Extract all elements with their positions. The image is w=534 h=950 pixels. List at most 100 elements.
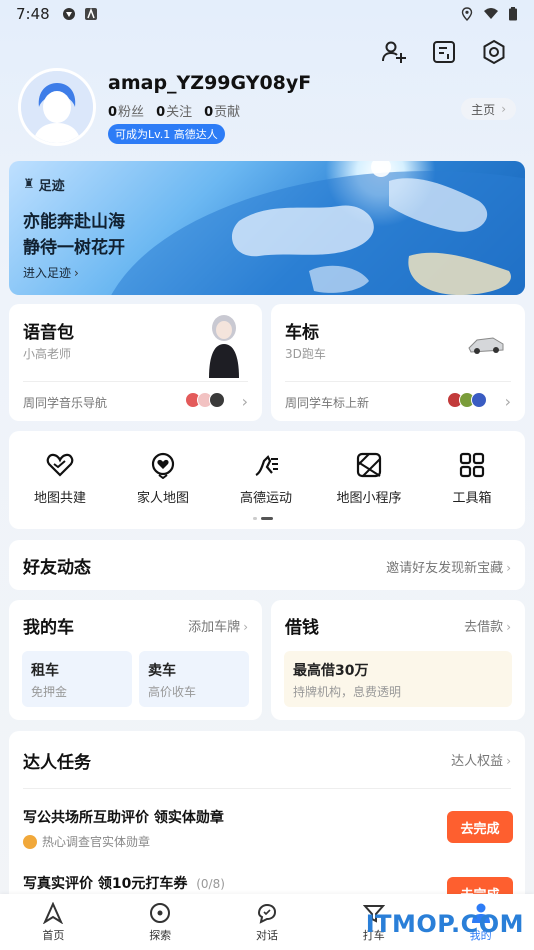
explore-icon [150, 902, 171, 923]
car-icon-card[interactable]: 车标 3D跑车 周同学车标上新 › [271, 304, 525, 421]
enter-footprint-link[interactable]: 进入足迹 › [23, 264, 79, 281]
card-divider [285, 381, 511, 382]
sell-car-tile[interactable]: 卖车 高价收车 [139, 651, 249, 707]
profile-header: amap_YZ99GY08yF 0粉丝 0关注 0贡献 可成为Lv.1 高德达人… [18, 68, 516, 148]
mini-program-icon [356, 452, 382, 478]
avatar[interactable] [18, 68, 96, 146]
friends-activity-card[interactable]: 好友动态 邀请好友发现新宝藏 › [9, 540, 525, 590]
footprint-icon: ♜ [23, 177, 35, 192]
my-car-title: 我的车 [23, 618, 74, 638]
status-time: 7:48 [16, 5, 50, 23]
sell-car-title: 卖车 [148, 663, 176, 679]
person-add-icon [382, 41, 406, 63]
card-divider [23, 788, 511, 789]
tool-map-contribution[interactable]: 地图共建 [10, 451, 110, 506]
sell-car-subtitle: 高价收车 [148, 685, 197, 699]
chevron-right-icon: › [506, 620, 511, 634]
navigate-arrow-icon [43, 901, 64, 924]
voice-pack-title: 语音包 [23, 323, 74, 343]
voice-pack-card[interactable]: 语音包 小高老师 周同学音乐导航 › [9, 304, 262, 421]
tool-label: 地图小程序 [336, 491, 402, 506]
footprint-tag: ♜ 足迹 [23, 177, 65, 194]
tab-home[interactable]: 首页 [0, 894, 107, 950]
rent-car-title: 租车 [31, 663, 59, 679]
mini-avatar [209, 392, 225, 408]
username: amap_YZ99GY08yF [108, 72, 312, 94]
invite-friends-link[interactable]: 邀请好友发现新宝藏 › [386, 557, 511, 576]
task-progress: (0/8) [196, 877, 225, 891]
banner-line-1: 亦能奔赴山海 [23, 212, 125, 232]
chevron-right-icon: › [506, 754, 511, 768]
follow-stat[interactable]: 0关注 [156, 101, 192, 120]
tool-toolbox[interactable]: 工具箱 [422, 451, 522, 506]
default-avatar-icon [21, 71, 93, 143]
location-icon [461, 7, 473, 21]
chevron-right-icon: › [506, 561, 511, 575]
expert-benefits-link[interactable]: 达人权益 › [451, 750, 511, 769]
note-icon [433, 41, 455, 63]
task-item: 写公共场所互助评价 领实体勋章 热心调查官实体勋章 去完成 [23, 807, 513, 850]
task-item: 写真实评价 领10元打车券 (0/8) 去完成 [23, 873, 513, 909]
loan-card: 借钱 去借款 › 最高借30万 持牌机构，息费透明 [271, 600, 525, 720]
my-car-card: 我的车 添加车牌 › 租车 免押金 卖车 高价收车 [9, 600, 262, 720]
profile-stats: 0粉丝 0关注 0贡献 [108, 101, 240, 120]
add-plate-link[interactable]: 添加车牌 › [188, 616, 248, 635]
complete-task-button[interactable]: 去完成 [447, 811, 513, 843]
tasks-card: 达人任务 达人权益 › 写公共场所互助评价 领实体勋章 热心调查官实体勋章 去完成… [9, 731, 525, 911]
friends-title: 好友动态 [23, 558, 91, 578]
car-icon-footer: 周同学车标上新 [285, 396, 370, 410]
tool-label: 高德运动 [239, 491, 292, 506]
fans-stat[interactable]: 0粉丝 [108, 101, 144, 120]
top-actions [380, 38, 508, 66]
page-indicator [253, 517, 273, 520]
rent-car-subtitle: 免押金 [31, 685, 68, 699]
tab-explore[interactable]: 探索 [107, 894, 214, 950]
loan-offer-tile[interactable]: 最高借30万 持牌机构，息费透明 [284, 651, 512, 707]
voice-pack-avatars [185, 392, 225, 408]
task-title: 写真实评价 领10元打车券 [23, 876, 188, 892]
tool-mini-programs[interactable]: 地图小程序 [319, 451, 419, 506]
voice-pack-footer: 周同学音乐导航 [23, 396, 108, 410]
task-title-row: 写真实评价 领10元打车券 (0/8) [23, 873, 513, 893]
rent-car-tile[interactable]: 租车 免押金 [22, 651, 132, 707]
level-badge[interactable]: 可成为Lv.1 高德达人 [108, 124, 225, 144]
mini-avatar [471, 392, 487, 408]
tab-chat[interactable]: 对话 [214, 894, 321, 950]
car-icon-title: 车标 [285, 323, 319, 343]
chevron-right-icon: › [74, 266, 79, 280]
running-icon [255, 455, 278, 476]
task-title: 写公共场所互助评价 领实体勋章 [23, 810, 224, 826]
tab-label: 对话 [255, 928, 278, 942]
grid-icon [459, 452, 485, 478]
chevron-right-icon: › [504, 392, 511, 411]
wifi-icon [484, 8, 498, 19]
task-subtitle: 热心调查官实体勋章 [42, 835, 151, 849]
family-heart-icon [151, 452, 175, 479]
app-notification-icon [84, 7, 97, 20]
sports-car-image [468, 337, 504, 354]
notes-button[interactable] [430, 38, 458, 66]
voice-pack-subtitle: 小高老师 [23, 347, 72, 361]
heart-map-icon [46, 453, 74, 477]
tab-label: 首页 [42, 928, 65, 942]
banner-line-2: 静待一树花开 [23, 238, 125, 258]
car-icon-subtitle: 3D跑车 [285, 347, 326, 361]
loan-offer-title: 最高借30万 [293, 663, 369, 679]
tool-label: 地图共建 [33, 491, 86, 506]
medal-icon [23, 834, 37, 849]
car-icon-avatars [447, 392, 487, 408]
add-friend-button[interactable] [380, 38, 408, 66]
tool-sports[interactable]: 高德运动 [216, 451, 316, 506]
home-page-button[interactable]: 主页 › [461, 98, 516, 120]
status-bar: 7:48 [0, 0, 534, 28]
tool-family-map[interactable]: 家人地图 [113, 451, 213, 506]
settings-button[interactable] [480, 38, 508, 66]
loan-title: 借钱 [285, 618, 319, 638]
contribution-stat[interactable]: 0贡献 [204, 101, 240, 120]
chevron-right-icon: › [501, 102, 506, 116]
card-divider [23, 381, 248, 382]
vpn-icon [62, 8, 75, 20]
borrow-link[interactable]: 去借款 › [464, 616, 511, 635]
loan-offer-subtitle: 持牌机构，息费透明 [293, 685, 402, 699]
footprint-banner[interactable]: ♜ 足迹 亦能奔赴山海 静待一树花开 进入足迹 › [9, 161, 525, 295]
